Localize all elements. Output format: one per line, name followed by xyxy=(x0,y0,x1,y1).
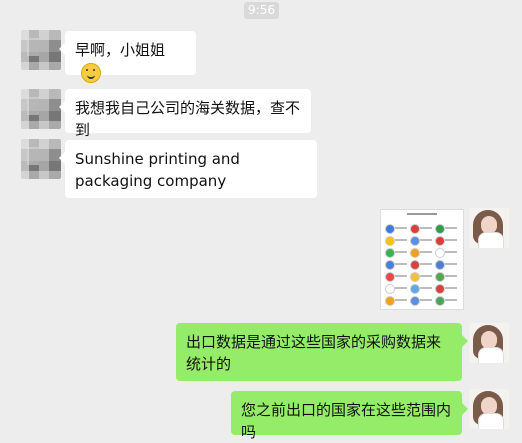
user-avatar[interactable] xyxy=(469,208,509,248)
text-line xyxy=(445,227,457,229)
message-bubble-export-data[interactable]: 出口数据是通过这些国家的采购数据来统计的 xyxy=(176,323,468,381)
message-text: 早啊，小姐姐 xyxy=(75,41,166,59)
text-line xyxy=(395,251,407,253)
text-line xyxy=(395,263,407,265)
flag-icon xyxy=(435,236,445,246)
message-text: 出口数据是通过这些国家的采购数据来统计的 xyxy=(186,333,442,373)
text-line xyxy=(395,227,407,229)
flag-icon xyxy=(435,224,445,234)
text-line xyxy=(395,239,407,241)
flag-icon xyxy=(410,236,420,246)
message-bubble-company-name[interactable]: Sunshine printing and packaging company xyxy=(59,140,317,198)
image-row xyxy=(385,296,459,306)
sender-avatar[interactable] xyxy=(21,30,61,70)
text-line xyxy=(420,239,432,241)
flag-icon xyxy=(435,284,445,294)
text-line xyxy=(395,275,407,277)
image-row xyxy=(385,260,459,270)
flag-icon xyxy=(385,284,395,294)
text-line xyxy=(445,275,457,277)
text-line xyxy=(445,251,457,253)
flag-icon xyxy=(410,272,420,282)
text-line xyxy=(420,299,432,301)
flag-icon xyxy=(410,284,420,294)
timestamp: 9:56 xyxy=(244,2,279,19)
user-avatar[interactable] xyxy=(469,389,509,429)
avatar-shirt xyxy=(478,232,504,248)
sender-avatar[interactable] xyxy=(21,139,61,179)
shared-image-thumbnail[interactable] xyxy=(380,209,464,310)
text-line xyxy=(445,239,457,241)
flag-icon xyxy=(410,248,420,258)
flag-icon xyxy=(435,248,445,258)
flag-icon xyxy=(385,236,395,246)
message-bubble-question[interactable]: 您之前出口的国家在这些范围内吗 xyxy=(231,391,468,441)
image-row xyxy=(385,224,459,234)
text-line xyxy=(445,299,457,301)
avatar-shirt xyxy=(478,347,504,363)
avatar-shirt xyxy=(478,413,504,429)
text-line xyxy=(420,287,432,289)
flag-icon xyxy=(410,260,420,270)
sender-avatar[interactable] xyxy=(21,89,61,129)
message-bubble-greeting[interactable]: 早啊，小姐姐 xyxy=(59,31,196,83)
flag-icon xyxy=(435,296,445,306)
message-text: Sunshine printing and packaging company xyxy=(75,150,240,190)
flag-icon xyxy=(435,260,445,270)
text-line xyxy=(420,227,432,229)
image-row xyxy=(385,284,459,294)
text-line xyxy=(395,287,407,289)
image-row xyxy=(385,248,459,258)
smiling-face-icon xyxy=(81,62,101,83)
image-title-line xyxy=(407,213,437,215)
flag-icon xyxy=(385,260,395,270)
flag-icon xyxy=(410,296,420,306)
flag-icon xyxy=(385,296,395,306)
text-line xyxy=(445,287,457,289)
image-row xyxy=(385,236,459,246)
flag-icon xyxy=(385,224,395,234)
flag-icon xyxy=(385,248,395,258)
text-line xyxy=(395,299,407,301)
user-avatar[interactable] xyxy=(469,323,509,363)
flag-icon xyxy=(385,272,395,282)
text-line xyxy=(445,263,457,265)
flag-icon xyxy=(410,224,420,234)
text-line xyxy=(420,275,432,277)
image-row xyxy=(385,272,459,282)
flag-icon xyxy=(435,272,445,282)
text-line xyxy=(420,263,432,265)
text-line xyxy=(420,251,432,253)
message-bubble-company-data[interactable]: 我想我自己公司的海关数据，查不到 xyxy=(59,89,311,139)
message-text: 我想我自己公司的海关数据，查不到 xyxy=(75,99,301,139)
message-text: 您之前出口的国家在这些范围内吗 xyxy=(241,401,452,441)
